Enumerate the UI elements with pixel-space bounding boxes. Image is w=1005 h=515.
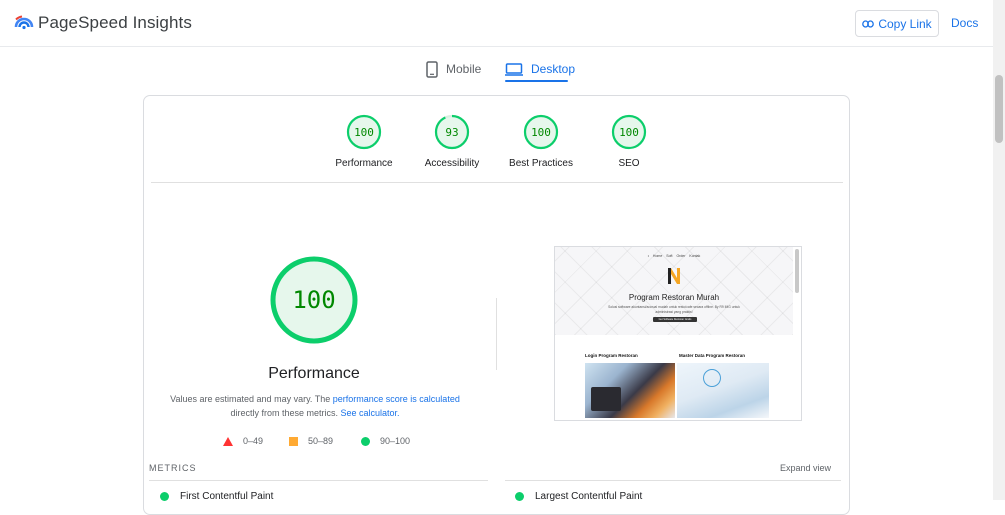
preview-scrollbar bbox=[795, 249, 799, 293]
legend-average-label: 50–89 bbox=[308, 436, 334, 446]
preview-subtitle: Solusi software akuntansi/accrual mudah … bbox=[608, 305, 740, 314]
vertical-divider bbox=[496, 298, 497, 370]
metric-label: Largest Contentful Paint bbox=[535, 491, 643, 502]
tab-desktop[interactable]: Desktop bbox=[505, 56, 575, 82]
metric-label: First Contentful Paint bbox=[180, 491, 274, 502]
legend-average: 50–89 bbox=[289, 436, 333, 446]
svg-text:93: 93 bbox=[445, 126, 458, 139]
metric-first-contentful-paint: First Contentful Paint bbox=[160, 491, 273, 502]
score-gauge-icon: 93 bbox=[434, 114, 470, 150]
see-calculator-link[interactable]: See calculator. bbox=[340, 408, 399, 418]
mobile-phone-icon bbox=[426, 60, 438, 78]
svg-text:100: 100 bbox=[354, 126, 374, 139]
preview-chart-circle bbox=[703, 369, 721, 387]
metrics-divider bbox=[505, 480, 841, 481]
app-title: PageSpeed Insights bbox=[38, 13, 192, 32]
score-label: Performance bbox=[335, 158, 393, 169]
legend-pass-label: 90–100 bbox=[380, 436, 411, 446]
orange-square-icon bbox=[289, 436, 298, 446]
tab-mobile[interactable]: Mobile bbox=[426, 56, 481, 82]
tab-active-indicator bbox=[505, 80, 568, 82]
desc-text: directly from these metrics. bbox=[230, 408, 341, 418]
metrics-divider bbox=[149, 480, 488, 481]
svg-text:100: 100 bbox=[292, 286, 335, 314]
desc-text: Values are estimated and may vary. The bbox=[170, 394, 333, 404]
pagespeed-logo-icon bbox=[14, 15, 34, 30]
preview-section-left-title: Login Program Restoran bbox=[585, 353, 638, 358]
performance-gauge-large: 100 bbox=[270, 256, 358, 344]
score-gauge-icon: 100 bbox=[611, 114, 647, 150]
green-circle-icon bbox=[361, 436, 370, 446]
top-header: PageSpeed Insights Copy Link Docs bbox=[0, 0, 993, 47]
svg-text:100: 100 bbox=[531, 126, 551, 139]
metric-largest-contentful-paint: Largest Contentful Paint bbox=[515, 491, 642, 502]
score-gauge-icon: 100 bbox=[346, 114, 382, 150]
link-icon bbox=[862, 19, 875, 28]
performance-title: Performance bbox=[268, 365, 360, 382]
legend-fail-label: 0–49 bbox=[243, 436, 264, 446]
preview-data-image bbox=[677, 363, 769, 418]
score-label: Accessibility bbox=[424, 158, 480, 169]
score-label: SEO bbox=[618, 158, 640, 169]
expand-view-button[interactable]: Expand view bbox=[780, 463, 831, 473]
page-screenshot-preview: • Home Soft Order Kontak Program Restora… bbox=[554, 246, 802, 421]
red-triangle-icon bbox=[223, 436, 233, 446]
legend-fail: 0–49 bbox=[223, 436, 263, 446]
performance-description: Values are estimated and may vary. The p… bbox=[165, 392, 465, 420]
desktop-monitor-icon bbox=[505, 62, 523, 76]
preview-title: Program Restoran Murah bbox=[628, 293, 720, 302]
scrollbar-thumb[interactable] bbox=[995, 75, 1003, 143]
performance-score-link[interactable]: performance score is calculated bbox=[333, 394, 460, 404]
tab-desktop-label: Desktop bbox=[531, 62, 576, 76]
score-label: Best Practices bbox=[509, 158, 573, 169]
copy-link-label: Copy Link bbox=[878, 16, 932, 31]
preview-cta-button: Get Software Restoran Gratis Sekarang bbox=[653, 317, 697, 326]
section-divider bbox=[151, 182, 843, 183]
legend-pass: 90–100 bbox=[361, 436, 410, 446]
svg-text:100: 100 bbox=[619, 126, 639, 139]
preview-logo-icon bbox=[668, 268, 680, 284]
score-gauge-icon: 100 bbox=[523, 114, 559, 150]
copy-link-button[interactable]: Copy Link bbox=[855, 10, 939, 37]
page-scrollbar[interactable] bbox=[993, 0, 1005, 500]
preview-section-right-title: Master Data Program Restoran bbox=[679, 353, 746, 358]
docs-link[interactable]: Docs bbox=[951, 16, 978, 30]
preview-nav: • Home Soft Order Kontak bbox=[647, 254, 701, 258]
metrics-heading: METRICS bbox=[149, 463, 197, 473]
tab-mobile-label: Mobile bbox=[446, 62, 482, 76]
preview-camera-image bbox=[591, 387, 621, 411]
